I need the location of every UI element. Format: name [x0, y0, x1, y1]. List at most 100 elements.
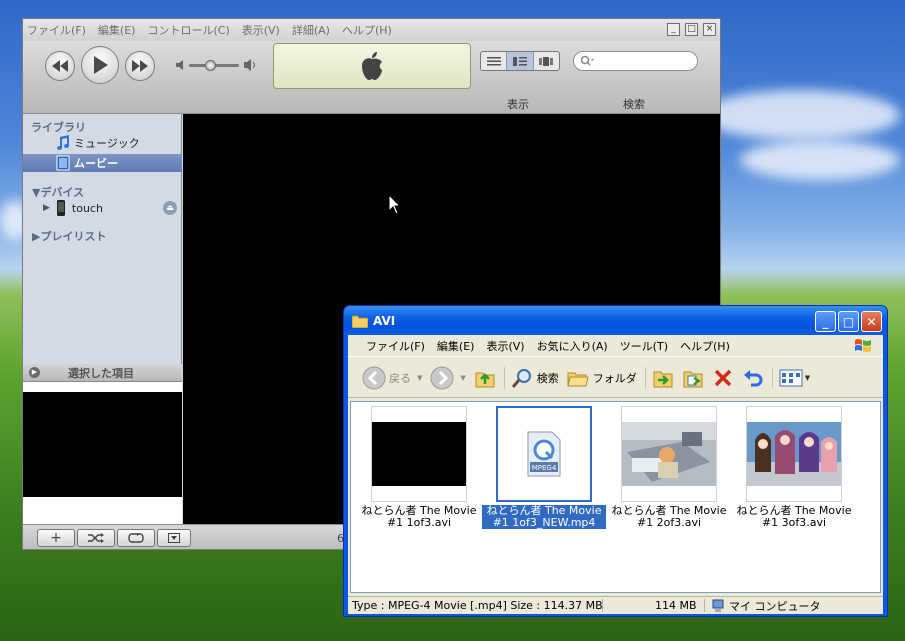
apple-logo-icon	[362, 52, 382, 80]
windows-logo-icon	[855, 339, 871, 352]
shuffle-icon	[88, 533, 104, 543]
minimize-button[interactable]: _	[667, 23, 680, 36]
minimize-button[interactable]: _	[815, 311, 836, 332]
close-button[interactable]: ×	[703, 23, 716, 36]
explorer-toolbar: 戻る ▼ ▼ 検索 フォルダ ▼	[348, 358, 883, 398]
coverflow-view-button[interactable]	[534, 52, 559, 70]
folders-label: フォルダ	[592, 371, 637, 385]
menu-view[interactable]: 表示(V)	[486, 338, 524, 354]
explorer-window: AVI _ □ ✕ ファイル(F) 編集(E) 表示(V) お気に入り(A) ツ…	[343, 305, 888, 617]
desktop-cloud	[700, 90, 900, 140]
menu-advanced[interactable]: 詳細(A)	[292, 22, 330, 38]
explorer-titlebar[interactable]: AVI _ □ ✕	[344, 306, 887, 335]
copy-to-button[interactable]	[682, 367, 704, 389]
status-location: マイ コンピュータ	[705, 598, 821, 614]
file-name: ねとらん者 The Movie #1 1of3_NEW.mp4	[482, 505, 606, 529]
status-display	[273, 43, 471, 89]
music-note-icon	[57, 135, 69, 150]
dropdown-arrow-icon[interactable]: ▼	[805, 374, 810, 382]
movie-icon	[56, 155, 70, 171]
back-button[interactable]: 戻る ▼	[362, 366, 422, 390]
collapse-arrow-icon[interactable]: ▶	[29, 367, 40, 378]
volume-slider-knob[interactable]	[205, 60, 216, 71]
selected-item-header[interactable]: ▶ 選択した項目	[23, 364, 182, 382]
add-playlist-button[interactable]: +	[37, 529, 75, 547]
search-button[interactable]: 検索	[503, 366, 559, 389]
folders-button[interactable]: フォルダ	[567, 367, 637, 389]
artwork-toggle-icon	[168, 533, 180, 543]
list-view-button[interactable]	[481, 52, 508, 70]
shuffle-button[interactable]	[77, 529, 115, 547]
sidebar-item-label: ミュージック	[74, 137, 140, 150]
sidebar-item-movies[interactable]: ムービー	[23, 154, 182, 172]
explorer-body: ファイル(F) 編集(E) 表示(V) お気に入り(A) ツール(T) ヘルプ(…	[348, 335, 883, 614]
status-size: 114 MB	[603, 599, 705, 612]
menu-help[interactable]: ヘルプ(H)	[342, 22, 392, 38]
up-folder-button[interactable]	[474, 367, 496, 389]
file-item[interactable]: ねとらん者 The Movie #1 2of3.avi	[607, 406, 731, 529]
dropdown-arrow-icon[interactable]: ▼	[417, 374, 422, 382]
album-view-button[interactable]	[507, 52, 534, 70]
file-thumbnail	[371, 406, 467, 502]
delete-x-icon	[714, 369, 732, 386]
play-icon	[94, 56, 108, 74]
menu-help[interactable]: ヘルプ(H)	[680, 338, 730, 354]
explorer-menubar: ファイル(F) 編集(E) 表示(V) お気に入り(A) ツール(T) ヘルプ(…	[348, 335, 883, 357]
menu-view[interactable]: 表示(V)	[242, 22, 280, 38]
playlists-header[interactable]: ▶プレイリスト	[32, 228, 106, 244]
delete-button[interactable]	[712, 367, 734, 389]
eject-icon[interactable]: ⏏	[163, 201, 177, 215]
file-list: ねとらん者 The Movie #1 1of3.avi MPEG4 ねとらん者 …	[350, 401, 881, 593]
close-button[interactable]: ✕	[861, 311, 882, 332]
anime-girls-thumbnail	[747, 422, 841, 486]
view-selector[interactable]	[480, 51, 560, 71]
volume-slider[interactable]	[189, 60, 239, 71]
file-item[interactable]: ねとらん者 The Movie #1 3of3.avi	[732, 406, 856, 529]
menu-controls[interactable]: コントロール(C)	[147, 22, 229, 38]
my-computer-icon	[712, 599, 724, 612]
forward-button[interactable]: ▼	[430, 366, 466, 390]
menu-file[interactable]: ファイル(F)	[27, 22, 86, 38]
next-button[interactable]	[125, 51, 155, 81]
file-item-selected[interactable]: MPEG4 ねとらん者 The Movie #1 1of3_NEW.mp4	[482, 406, 606, 529]
menu-edit[interactable]: 編集(E)	[437, 338, 475, 354]
repeat-button[interactable]	[117, 529, 155, 547]
maximize-button[interactable]: □	[838, 311, 859, 332]
menu-favorites[interactable]: お気に入り(A)	[537, 338, 608, 354]
file-item[interactable]: ねとらん者 The Movie #1 1of3.avi	[357, 406, 481, 529]
itunes-toolbar: 表示 検索	[23, 41, 720, 114]
anime-room-thumbnail	[622, 422, 716, 486]
mpeg4-file-icon: MPEG4	[527, 431, 561, 477]
status-text: Type : MPEG-4 Movie [.mp4] Size : 114.37…	[348, 599, 603, 612]
volume-low-icon	[176, 60, 183, 70]
folders-icon	[567, 372, 589, 386]
views-button[interactable]: ▼	[771, 367, 810, 388]
file-name: ねとらん者 The Movie #1 2of3.avi	[611, 504, 727, 529]
itunes-menubar: ファイル(F) 編集(E) コントロール(C) 表示(V) 詳細(A) ヘルプ(…	[23, 19, 720, 41]
menu-edit[interactable]: 編集(E)	[98, 22, 136, 38]
move-to-button[interactable]	[644, 366, 674, 389]
search-field[interactable]	[573, 51, 698, 71]
sidebar-item-device-touch[interactable]: ▶ touch ⏏	[23, 199, 182, 217]
up-folder-icon	[475, 372, 495, 387]
expand-arrow-icon[interactable]: ▶	[43, 203, 50, 213]
maximize-button[interactable]: □	[685, 23, 698, 36]
sidebar-item-music[interactable]: ミュージック	[23, 134, 182, 152]
file-name: ねとらん者 The Movie #1 1of3.avi	[361, 504, 477, 529]
rewind-icon	[52, 60, 68, 72]
ipod-touch-icon	[56, 200, 65, 216]
show-artwork-button[interactable]	[157, 529, 191, 547]
selected-item-title: 選択した項目	[68, 366, 134, 380]
window-title: AVI	[373, 313, 396, 328]
folder-icon	[352, 315, 368, 328]
previous-button[interactable]	[45, 51, 75, 81]
play-button[interactable]	[81, 46, 119, 84]
itunes-sidebar: ライブラリ ミュージック ムービー ▼デバイス ▶ touch ⏏ ▶プレイリス…	[23, 114, 182, 524]
file-thumbnail	[621, 406, 717, 502]
dropdown-arrow-icon[interactable]: ▼	[460, 374, 465, 382]
undo-button[interactable]	[742, 367, 764, 389]
menu-file[interactable]: ファイル(F)	[366, 338, 425, 354]
views-grid-icon	[779, 369, 803, 386]
menu-tools[interactable]: ツール(T)	[620, 338, 668, 354]
devices-header[interactable]: ▼デバイス	[32, 184, 84, 200]
